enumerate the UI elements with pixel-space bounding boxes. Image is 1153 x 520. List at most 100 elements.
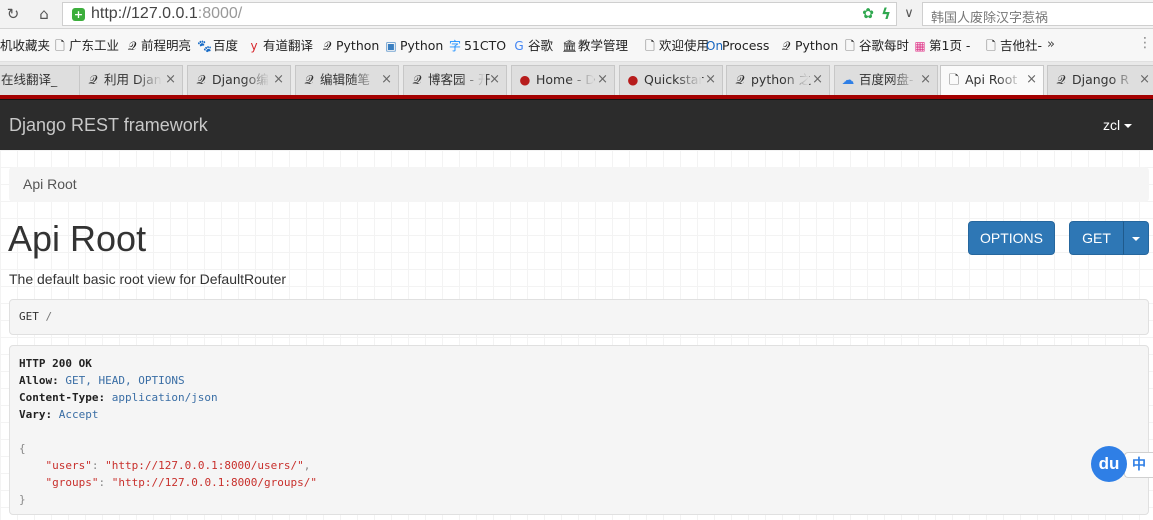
bookmark-item[interactable]: 🗋 广东工业 [53, 37, 119, 55]
bookmark-label: Python [400, 38, 444, 53]
reload-icon[interactable]: ↻ [2, 4, 24, 24]
browser-tab[interactable]: ● Home - D × [511, 65, 615, 95]
page-icon: 🗋 [948, 72, 960, 87]
django-icon: 𝒬 [127, 39, 137, 53]
close-tab-icon[interactable]: × [1139, 66, 1150, 93]
pink-icon: ▦ [914, 39, 926, 53]
close-tab-icon[interactable]: × [381, 66, 392, 93]
browser-tab[interactable]: 𝒬 编辑随笔 × [295, 65, 399, 95]
django-icon: 𝒬 [88, 72, 98, 87]
allow-header-value: GET, HEAD, OPTIONS [65, 374, 185, 387]
bookmark-item[interactable]: 🗋 欢迎使用 [643, 37, 709, 55]
tab-label: 在线翻译_ [1, 72, 58, 87]
bookmark-label: 51CTO [464, 38, 507, 53]
bookmark-item[interactable]: 机收藏夹 [0, 37, 50, 55]
content-type-value: application/json [111, 391, 218, 404]
page-content: Api Root Api Root OPTIONS GET The defaul… [0, 150, 1153, 520]
request-info: GET / [9, 299, 1149, 335]
baidu-paw-icon: 🐾 [197, 39, 212, 53]
django-icon: 𝒬 [304, 72, 314, 87]
content-type-key: Content-Type: [19, 391, 106, 404]
bookmark-item[interactable]: 𝒬 前程明亮 [125, 37, 191, 55]
close-tab-icon[interactable]: × [273, 66, 284, 93]
baidu-cloud-icon: ☁ [841, 72, 855, 87]
bookmark-item[interactable]: 𝒬 Python [320, 37, 380, 55]
options-button[interactable]: OPTIONS [968, 221, 1055, 255]
bookmark-item[interactable]: 🏛教学管理 [562, 37, 628, 55]
browser-tab[interactable]: 𝒬博客园 - 开× [403, 65, 507, 95]
bookmark-item[interactable]: 🗋 谷歌每时 [843, 37, 909, 55]
bookmarks-bar: 机收藏夹 🗋 广东工业 𝒬 前程明亮 🐾百度 y 有道翻译 𝒬 Python ▣ Python 字 51C… [0, 29, 1153, 62]
vary-value: Accept [58, 408, 99, 421]
json-link-users[interactable]: "http://127.0.0.1:8000/users/" [105, 459, 304, 472]
menu-icon[interactable]: ⋮ [1138, 35, 1152, 51]
building-icon: 🏛 [562, 39, 578, 53]
django-icon: 𝒬 [781, 39, 791, 53]
bookmark-label: 谷歌每时 [859, 38, 910, 53]
get-button[interactable]: GET [1069, 221, 1124, 255]
caret-down-icon [1132, 237, 1140, 242]
browser-tab[interactable]: 𝒬 利用 Djan × [79, 65, 183, 95]
get-format-dropdown[interactable] [1123, 221, 1149, 255]
bookmark-label: 百度 [213, 38, 239, 53]
browser-tab[interactable]: 𝒬 Django R × [1047, 65, 1153, 95]
json-key-groups: "groups" [45, 476, 99, 489]
drf-navbar: Django REST framework zcl [0, 99, 1153, 150]
bookmark-item[interactable]: G 谷歌 [512, 37, 553, 55]
bookmark-label: 有道翻译 [263, 38, 314, 53]
url-field[interactable]: + http://127.0.0.1:8000/ ✿ ϟ [62, 2, 897, 26]
close-tab-icon[interactable]: × [920, 66, 931, 93]
page-icon: 🗋 [986, 39, 996, 53]
bookmark-label: Python [795, 38, 839, 53]
bookmark-item[interactable]: 𝒬 Python [779, 37, 839, 55]
django-icon: 𝒬 [412, 72, 422, 87]
bookmark-label: 前程明亮 [141, 38, 192, 53]
lightning-icon[interactable]: ϟ [881, 5, 891, 23]
json-key-users: "users" [45, 459, 92, 472]
bookmark-label: 机收藏夹 [0, 38, 51, 53]
bookmark-item[interactable]: OnProcess [706, 37, 769, 55]
search-input[interactable]: 韩国人废除汉字惹祸 [922, 2, 1153, 26]
close-tab-icon[interactable]: × [597, 66, 608, 93]
browser-tab[interactable]: ● Quickstar × [619, 65, 723, 95]
django-icon: 𝒬 [322, 39, 332, 53]
url-text: http://127.0.0.1:8000/ [91, 5, 243, 22]
on-icon: On [706, 39, 724, 53]
request-path: / [45, 310, 53, 323]
bookmark-label: 广东工业 [69, 38, 120, 53]
close-tab-icon[interactable]: × [812, 66, 823, 93]
django-icon: 𝒬 [735, 72, 745, 87]
close-tab-icon[interactable]: × [165, 66, 176, 93]
bookmark-item[interactable]: 🗋 吉他社- [984, 37, 1042, 55]
close-tab-icon[interactable]: × [1026, 66, 1037, 93]
navbar-brand[interactable]: Django REST framework [9, 115, 208, 136]
close-tab-icon[interactable]: × [705, 66, 716, 93]
home-icon[interactable]: ⌂ [33, 4, 55, 24]
bookmark-item[interactable]: ▦ 第1页 - [913, 37, 970, 55]
user-menu[interactable]: zcl [1103, 117, 1133, 133]
close-tab-icon[interactable]: × [489, 66, 500, 93]
browser-tab[interactable]: 𝒬 Django编 × [187, 65, 291, 95]
django-icon: 𝒬 [1056, 72, 1066, 87]
browser-tab[interactable]: 𝒬python 之 × [726, 65, 830, 95]
caret-down-icon [1124, 124, 1133, 129]
chevron-down-icon[interactable]: ∨ [899, 4, 919, 24]
allow-header-key: Allow: [19, 374, 59, 387]
page-title: Api Root [8, 218, 147, 259]
json-close-brace: } [19, 493, 26, 506]
bookmark-item[interactable]: y 有道翻译 [247, 37, 313, 55]
breadcrumb-item[interactable]: Api Root [23, 176, 77, 192]
browser-tab[interactable]: ☁ 百度网盘- × [834, 65, 938, 95]
json-link-groups[interactable]: "http://127.0.0.1:8000/groups/" [112, 476, 317, 489]
bookmark-item[interactable]: 字 51CTO [448, 37, 506, 55]
youdao-icon: y [250, 39, 258, 53]
browser-tab[interactable]: 🗋 Api Root × [940, 65, 1044, 95]
bookmark-item[interactable]: 🐾百度 [197, 37, 238, 55]
bookmark-item[interactable]: ▣ Python [384, 37, 443, 55]
more-bookmarks-icon[interactable]: » [1047, 37, 1055, 52]
du-assistant-icon[interactable]: du [1091, 446, 1127, 482]
red-dot-icon: ● [519, 72, 531, 87]
ime-language-toggle[interactable]: 中 [1124, 452, 1153, 478]
bookmark-label: 第1页 - [929, 38, 971, 53]
extension-icon[interactable]: ✿ [862, 6, 874, 22]
